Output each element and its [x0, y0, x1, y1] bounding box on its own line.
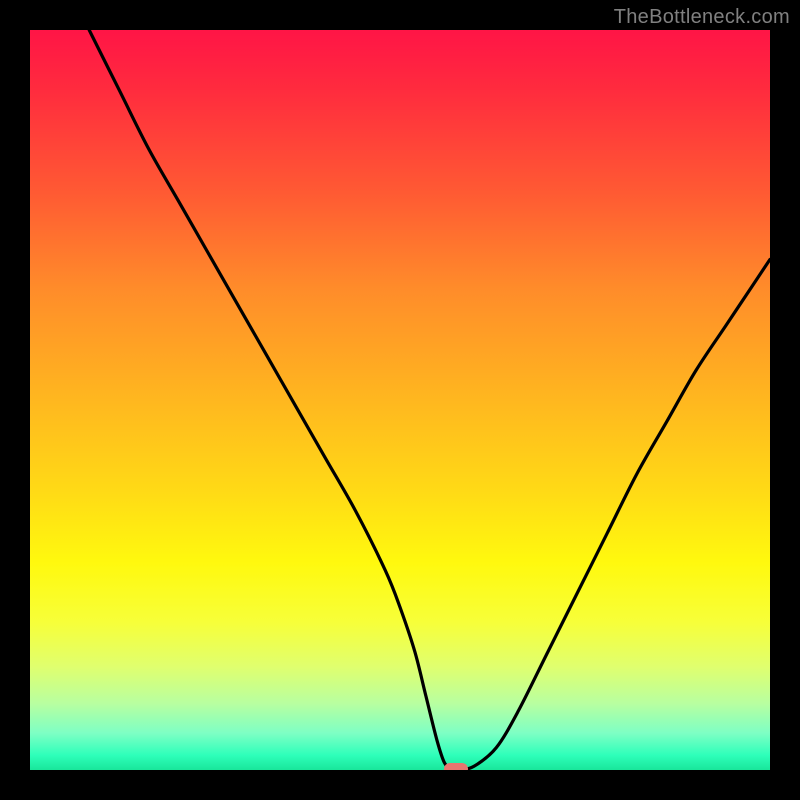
optimum-marker	[444, 763, 468, 770]
plot-area	[30, 30, 770, 770]
bottleneck-curve	[30, 30, 770, 770]
watermark-label: TheBottleneck.com	[614, 6, 790, 29]
chart-frame: TheBottleneck.com	[0, 0, 800, 800]
